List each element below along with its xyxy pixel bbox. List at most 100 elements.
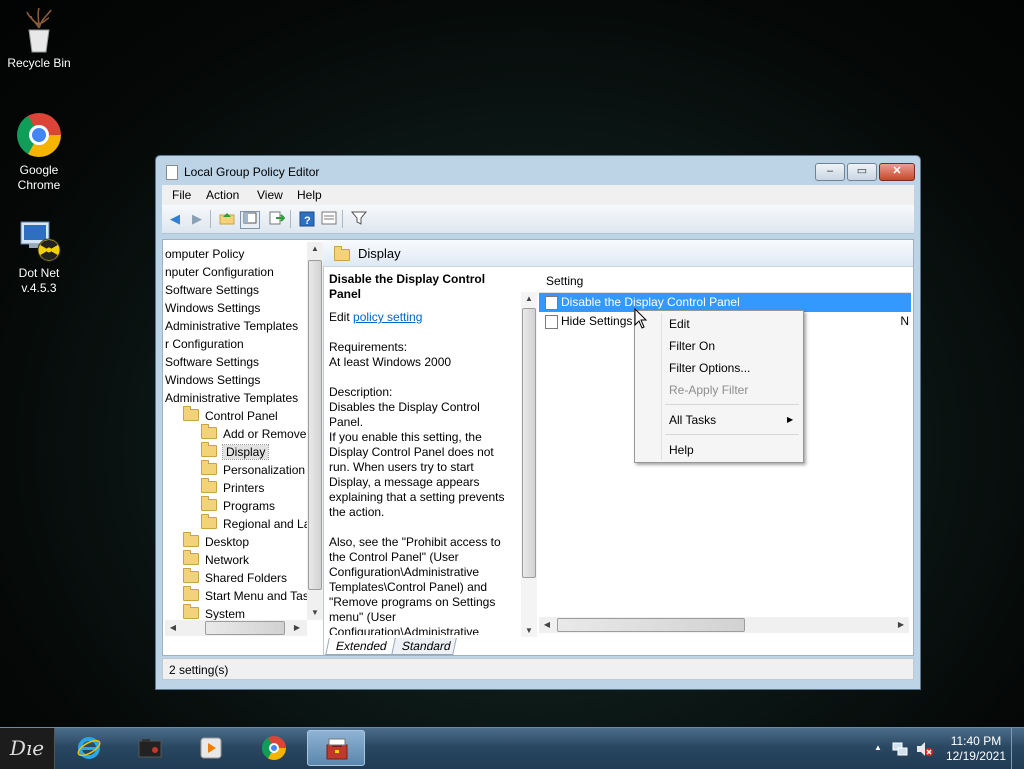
forward-icon[interactable]: ▶	[188, 211, 206, 227]
setting-title: Disable the Display Control Panel	[329, 272, 486, 301]
tree-node-label: Display	[221, 444, 270, 460]
scroll-down-icon[interactable]: ▼	[521, 626, 537, 635]
scroll-thumb[interactable]	[522, 308, 536, 578]
folder-icon	[183, 406, 199, 421]
installer-icon	[15, 216, 63, 264]
menu-file[interactable]: File	[172, 188, 191, 202]
show-hidden-icons-icon[interactable]: ▲	[874, 743, 882, 752]
menu-view[interactable]: View	[257, 188, 283, 202]
start-button[interactable]: Dıe	[0, 728, 55, 769]
network-icon[interactable]	[892, 741, 908, 757]
tree-node-label: omputer Policy	[165, 247, 245, 261]
scroll-left-icon[interactable]: ◀	[539, 620, 555, 629]
volume-muted-icon[interactable]	[916, 741, 934, 757]
tree-node[interactable]: Control Panel	[183, 406, 278, 425]
tab-standard[interactable]: Standard	[391, 638, 457, 655]
scroll-right-icon[interactable]: ▶	[893, 620, 909, 629]
policy-setting-link[interactable]: policy setting	[353, 310, 422, 324]
up-folder-icon[interactable]	[218, 211, 236, 227]
tree-vertical-scrollbar[interactable]: ▲ ▼	[307, 242, 323, 620]
menu-action[interactable]: Action	[206, 188, 239, 202]
tree-node[interactable]: nputer Configuration	[165, 264, 274, 281]
back-icon[interactable]: ◀	[166, 211, 184, 227]
tree-node-label: Shared Folders	[205, 571, 288, 585]
requirements-value: At least Windows 2000	[329, 355, 452, 369]
tree-node[interactable]: Personalization	[201, 460, 305, 479]
tree-node[interactable]: Add or Remove Pro	[201, 424, 307, 443]
properties-icon[interactable]	[320, 211, 338, 227]
menu-item-all-tasks[interactable]: All Tasks	[669, 413, 716, 427]
taskbar-media-folder[interactable]	[121, 730, 179, 766]
list-horizontal-scrollbar[interactable]: ◀ ▶	[539, 617, 909, 633]
desktop-icon-label: Chrome	[17, 178, 61, 192]
taskbar-media-player[interactable]	[182, 730, 240, 766]
scroll-thumb[interactable]	[205, 621, 285, 635]
desktop-icon-dotnet[interactable]: Dot Net v.4.5.3	[1, 216, 77, 296]
tree-node-label: Windows Settings	[165, 301, 261, 315]
tree-node[interactable]: Start Menu and Taskba	[183, 586, 307, 605]
help-icon[interactable]: ?	[298, 211, 316, 227]
scroll-down-icon[interactable]: ▼	[307, 608, 323, 617]
edit-prefix: Edit	[329, 310, 354, 324]
tree-horizontal-scrollbar[interactable]: ◀ ▶	[165, 620, 307, 636]
group-policy-editor-icon	[326, 738, 348, 760]
tree-node[interactable]: Printers	[201, 478, 265, 497]
tree-node[interactable]: Software Settings	[165, 354, 259, 371]
menu-help[interactable]: Help	[297, 188, 322, 202]
tree-node[interactable]: Network	[183, 550, 250, 569]
taskbar-chrome[interactable]	[245, 730, 303, 766]
menu-item-edit[interactable]: Edit	[669, 317, 690, 331]
media-player-icon	[200, 737, 222, 759]
minimize-button[interactable]: –	[815, 163, 845, 181]
description-scrollbar[interactable]: ▲ ▼	[521, 292, 537, 637]
tree-node[interactable]: Administrative Templates	[165, 390, 298, 407]
menu-item-filter-options[interactable]: Filter Options...	[669, 361, 750, 375]
tree-node-label: Printers	[223, 481, 265, 495]
tree-node[interactable]: Windows Settings	[165, 372, 260, 389]
maximize-button[interactable]: ▭	[847, 163, 877, 181]
tree-node[interactable]: Desktop	[183, 532, 249, 551]
show-hide-tree-icon[interactable]	[240, 211, 260, 229]
tree-node-label: Software Settings	[165, 283, 260, 297]
tree-node[interactable]: r Configuration	[165, 336, 244, 353]
tree-node-label: Regional and Lang	[223, 517, 307, 531]
taskbar-internet-explorer[interactable]	[60, 730, 118, 766]
tree-node[interactable]: Software Settings	[165, 282, 259, 299]
desktop-icon-chrome[interactable]: Google Chrome	[1, 111, 77, 193]
folder-icon	[201, 460, 217, 475]
tree-node[interactable]: Administrative Templates	[165, 318, 298, 335]
menu-item-help[interactable]: Help	[669, 443, 694, 457]
internet-explorer-icon	[77, 737, 101, 759]
system-tray: ▲ 11:40 PM 12/19/2021	[864, 728, 1024, 769]
export-list-icon[interactable]	[268, 211, 286, 227]
toolbar: ◀ ▶ ?	[162, 205, 914, 234]
tree-node[interactable]: Regional and Lang	[201, 514, 307, 533]
scroll-up-icon[interactable]: ▲	[521, 294, 537, 303]
tree-node-label: Network	[205, 553, 250, 567]
tree-node[interactable]: omputer Policy	[165, 246, 244, 263]
scroll-thumb[interactable]	[308, 260, 322, 590]
menu-bar: File Action View Help	[162, 185, 914, 205]
taskbar-group-policy-editor[interactable]	[307, 730, 365, 766]
filter-icon[interactable]	[350, 211, 368, 227]
show-desktop-button[interactable]	[1011, 728, 1024, 769]
clock[interactable]: 11:40 PM 12/19/2021	[946, 734, 1006, 764]
media-folder-icon	[138, 739, 162, 758]
close-button[interactable]: ✕	[879, 163, 915, 181]
column-header-setting[interactable]: Setting	[539, 270, 911, 293]
scroll-up-icon[interactable]: ▲	[307, 244, 323, 253]
scroll-thumb[interactable]	[557, 618, 745, 632]
tree-node[interactable]: Programs	[201, 496, 275, 515]
scroll-right-icon[interactable]: ▶	[289, 623, 305, 632]
tab-extended[interactable]: Extended	[325, 638, 398, 655]
menu-item-filter-on[interactable]: Filter On	[669, 339, 715, 353]
tree-node[interactable]: Shared Folders	[183, 568, 288, 587]
scroll-left-icon[interactable]: ◀	[165, 623, 181, 632]
folder-icon	[201, 442, 217, 457]
tree-node[interactable]: Windows Settings	[165, 300, 260, 317]
title-bar[interactable]: Local Group Policy Editor – ▭ ✕	[156, 156, 920, 186]
desktop-icon-recycle-bin[interactable]: Recycle Bin	[1, 6, 77, 71]
tree-node[interactable]: Display	[201, 442, 270, 461]
submenu-arrow-icon: ▶	[787, 415, 794, 424]
menu-separator	[665, 434, 799, 435]
